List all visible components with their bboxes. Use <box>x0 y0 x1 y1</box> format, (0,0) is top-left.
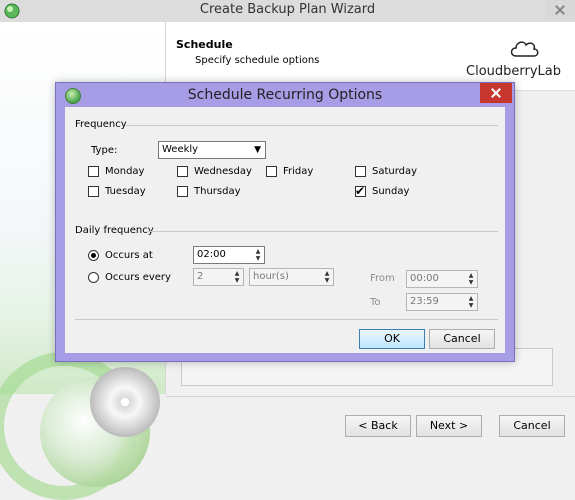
back-button[interactable]: < Back <box>345 415 411 437</box>
checkbox-sunday[interactable] <box>355 184 366 198</box>
spin-up-icon[interactable]: ▲ <box>466 295 476 302</box>
checkbox-monday[interactable] <box>88 166 99 177</box>
label-tuesday: Tuesday <box>105 186 146 197</box>
decor-disc <box>90 367 160 437</box>
spin-down-icon[interactable]: ▼ <box>253 255 263 262</box>
next-button[interactable]: Next > <box>416 415 482 437</box>
spin-up-icon[interactable]: ▲ <box>466 272 476 279</box>
dialog-close-button[interactable] <box>480 83 512 103</box>
wizard-separator <box>166 396 575 397</box>
from-time-input[interactable]: 00:00 ▲ ▼ <box>406 270 478 288</box>
dialog-footer-rule <box>75 319 498 320</box>
wizard-close-button[interactable] <box>545 0 575 20</box>
spin-up-icon[interactable]: ▲ <box>253 248 263 255</box>
type-select[interactable]: Weekly ▼ <box>158 141 266 159</box>
from-label: From <box>370 273 395 284</box>
wizard-cancel-button[interactable]: Cancel <box>499 415 565 437</box>
dialog-cancel-button[interactable]: Cancel <box>429 329 495 349</box>
spin-down-icon[interactable]: ▼ <box>466 279 476 286</box>
checkbox-tuesday[interactable] <box>88 186 99 197</box>
label-saturday: Saturday <box>372 166 418 177</box>
spin-up-icon[interactable]: ▲ <box>322 270 332 277</box>
wizard-title-bar: Create Backup Plan Wizard <box>0 0 575 23</box>
type-label: Type: <box>91 145 118 156</box>
dialog-title-bar: Schedule Recurring Options <box>56 83 514 107</box>
from-time-value: 00:00 <box>410 273 439 284</box>
cloud-logo-icon <box>510 41 539 57</box>
label-thursday: Thursday <box>194 186 241 197</box>
page-subtitle: Specify schedule options <box>195 55 320 66</box>
ok-button[interactable]: OK <box>359 329 425 349</box>
checkbox-saturday[interactable] <box>355 166 366 177</box>
label-occurs-every: Occurs every <box>105 272 171 283</box>
label-monday: Monday <box>105 166 145 177</box>
frequency-rule <box>126 125 498 126</box>
to-label: To <box>370 297 381 308</box>
every-unit-value: hour(s) <box>253 271 289 282</box>
spin-down-icon[interactable]: ▼ <box>322 277 332 284</box>
frequency-group-label: Frequency <box>75 119 127 130</box>
checkbox-wednesday[interactable] <box>177 166 188 177</box>
daily-rule <box>147 231 498 232</box>
spin-down-icon[interactable]: ▼ <box>466 302 476 309</box>
chevron-down-icon: ▼ <box>254 145 261 155</box>
spin-down-icon[interactable]: ▼ <box>232 277 242 284</box>
occurs-at-value: 02:00 <box>197 249 226 260</box>
radio-occurs-every[interactable] <box>88 272 99 283</box>
label-occurs-at: Occurs at <box>105 250 153 261</box>
occurs-at-time-input[interactable]: 02:00 ▲ ▼ <box>193 246 265 264</box>
label-friday: Friday <box>283 166 314 177</box>
checkbox-thursday[interactable] <box>177 186 188 197</box>
page-title: Schedule <box>176 38 233 51</box>
to-time-input[interactable]: 23:59 ▲ ▼ <box>406 293 478 311</box>
wizard-title: Create Backup Plan Wizard <box>199 2 376 17</box>
label-sunday: Sunday <box>372 186 410 197</box>
every-count-input[interactable]: 2 ▲ ▼ <box>193 268 244 286</box>
checkbox-friday[interactable] <box>266 166 277 177</box>
label-wednesday: Wednesday <box>194 166 252 177</box>
brand-logo-text: CloudberryLab <box>466 64 561 79</box>
every-unit-select[interactable]: hour(s) ▲ ▼ <box>249 268 334 286</box>
radio-occurs-at[interactable] <box>88 250 99 261</box>
dialog-title: Schedule Recurring Options <box>187 87 383 103</box>
type-select-value: Weekly <box>162 144 199 155</box>
spin-up-icon[interactable]: ▲ <box>232 270 242 277</box>
daily-group-label: Daily frequency <box>75 225 154 236</box>
to-time-value: 23:59 <box>410 296 439 307</box>
every-count-value: 2 <box>197 271 204 282</box>
